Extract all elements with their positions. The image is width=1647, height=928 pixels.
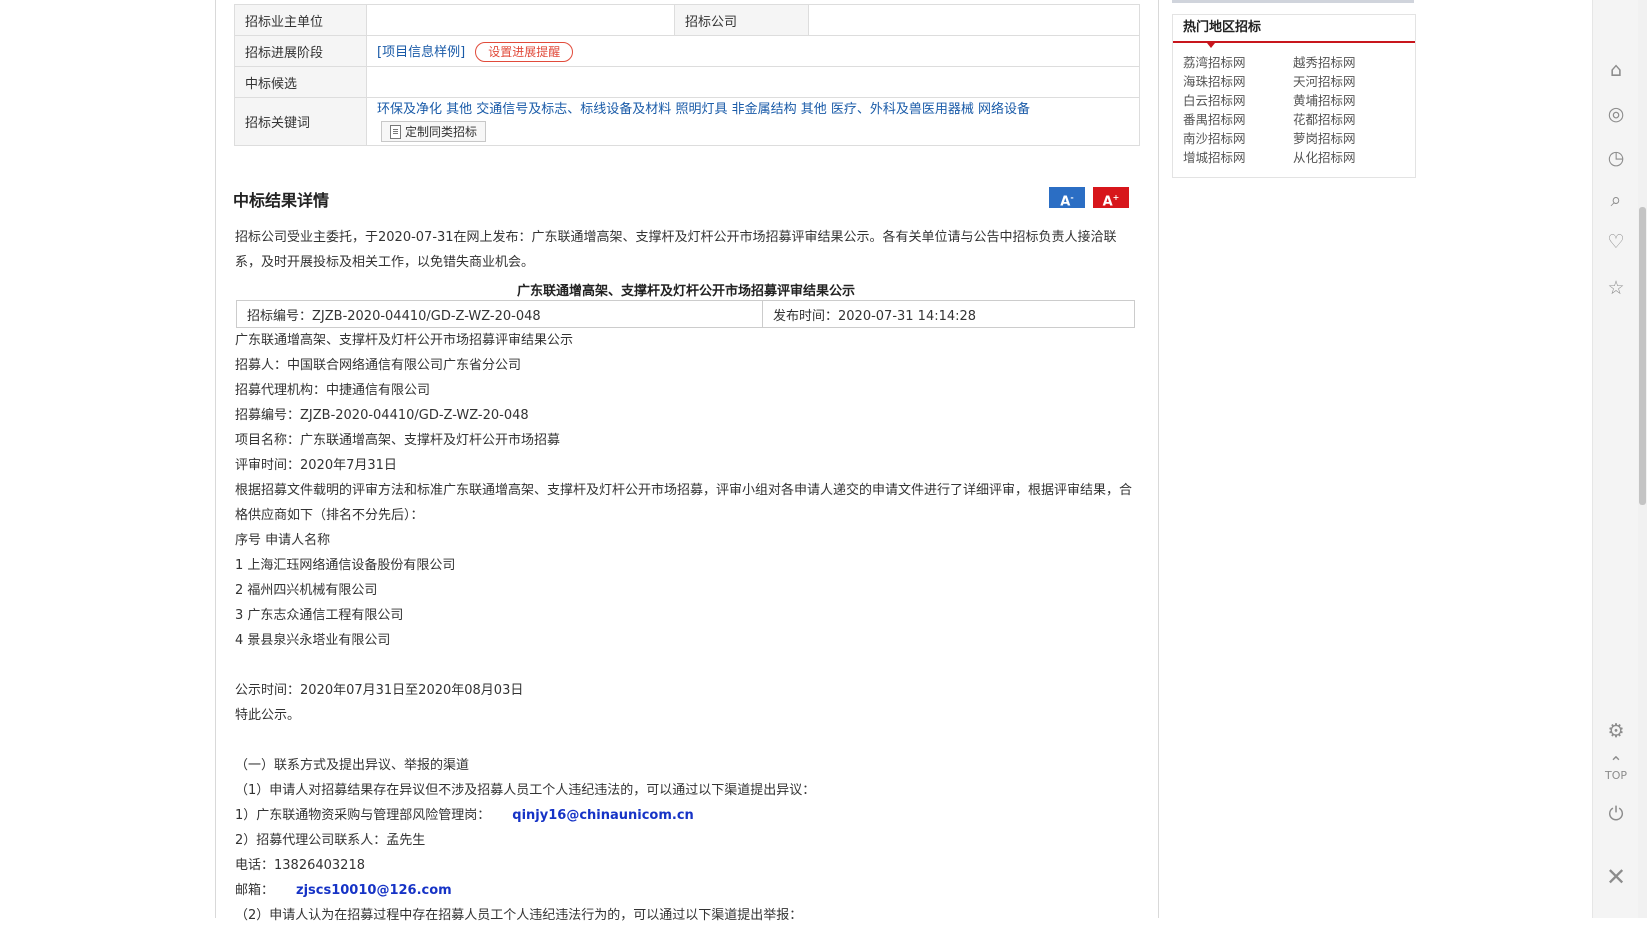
company-label: 招标公司 [674, 4, 809, 36]
supplier-item: 2 福州四兴机械有限公司 [235, 583, 378, 598]
body-line: 招募代理机构：中捷通信有限公司 [235, 383, 431, 398]
publicity-period: 公示时间：2020年07月31日至2020年08月03日 [235, 683, 524, 698]
star-icon[interactable]: ☆ [1593, 277, 1639, 299]
region-link[interactable]: 天河招标网 [1293, 72, 1403, 91]
hot-regions-title: 热门地区招标 [1173, 15, 1415, 48]
contact-line: 1）广东联通物资采购与管理部风险管理岗： qinjy16@chinaunicom.… [235, 803, 1137, 828]
region-link[interactable]: 白云招标网 [1183, 91, 1293, 110]
contact-line: 2）招募代理公司联系人：孟先生 [235, 833, 426, 848]
custom-similar-label: 定制同类招标 [405, 125, 478, 139]
contact-line: 邮箱： zjscs10010@126.com [235, 878, 1137, 903]
document-icon [390, 124, 401, 139]
supplier-item: 4 景县泉兴永塔业有限公司 [235, 633, 391, 648]
publish-time: 发布时间：2020-07-31 14:14:28 [762, 300, 1135, 328]
owner-value [366, 4, 675, 36]
hot-regions-list: 荔湾招标网 越秀招标网 海珠招标网 天河招标网 白云招标网 黄埔招标网 番禺招标… [1173, 43, 1415, 167]
region-link[interactable]: 从化招标网 [1293, 148, 1403, 167]
sidebar-banner-edge [1172, 0, 1414, 3]
candidate-value [366, 66, 1140, 98]
hereby-text: 特此公示。 [235, 708, 301, 723]
keyword-link[interactable]: 照明灯具 [675, 102, 727, 117]
contact-title: （一）联系方式及提出异议、举报的渠道 [235, 758, 470, 773]
body-line: 评审时间：2020年7月31日 [235, 458, 397, 473]
power-icon[interactable]: ⏻ [1593, 803, 1639, 825]
review-text: 根据招募文件载明的评审方法和标准广东联通增高架、支撑杆及灯杆公开市场招募，评审小… [235, 483, 1133, 523]
browser-side-toolbar: ⌂ ◎ ◷ ⌕ ♡ ☆ ⚙ ⌃ TOP ⏻ ✕ [1592, 0, 1639, 918]
stage-value: [项目信息样例] 设置进展提醒 [366, 35, 1140, 67]
heart-icon[interactable]: ♡ [1593, 231, 1639, 253]
section-title: 中标结果详情 [233, 191, 330, 210]
hot-regions-panel: 热门地区招标 荔湾招标网 越秀招标网 海珠招标网 天河招标网 白云招标网 黄埔招… [1172, 14, 1416, 178]
region-link[interactable]: 黄埔招标网 [1293, 91, 1403, 110]
font-decrease-button[interactable]: A- [1049, 187, 1085, 209]
region-link[interactable]: 越秀招标网 [1293, 53, 1403, 72]
candidate-label: 中标候选 [234, 66, 367, 98]
body-line: 招募编号：ZJZB-2020-04410/GD-Z-WZ-20-048 [235, 408, 529, 423]
region-link[interactable]: 海珠招标网 [1183, 72, 1293, 91]
contact-line: （2）申请人认为在招募过程中存在招募人员工个人违纪违法行为的，可以通过以下渠道提… [235, 908, 803, 923]
bid-number-table: 招标编号：ZJZB-2020-04410/GD-Z-WZ-20-048 发布时间… [236, 300, 1135, 328]
keyword-link[interactable]: 交通信号及标志、标线设备及材料 [476, 102, 671, 117]
project-info-table: 招标业主单位 招标公司 招标进展阶段 [项目信息样例] 设置进展提醒 中标候选 … [234, 4, 1140, 146]
bid-number: 招标编号：ZJZB-2020-04410/GD-Z-WZ-20-048 [236, 300, 763, 328]
history-icon[interactable]: ◷ [1593, 147, 1639, 169]
close-icon[interactable]: ✕ [1593, 865, 1639, 889]
custom-similar-button[interactable]: 定制同类招标 [381, 121, 487, 142]
home-icon[interactable]: ⌂ [1593, 59, 1639, 81]
list-header: 序号 申请人名称 [235, 533, 331, 548]
keyword-link[interactable]: 医疗、外科及兽医用器械 [831, 102, 974, 117]
intro-text: 招标公司受业主委托，于2020-07-31在网上发布：广东联通增高架、支撑杆及灯… [235, 230, 1117, 270]
phone-line: 电话：13826403218 [235, 858, 365, 873]
keywords-value: 环保及净化 其他 交通信号及标志、标线设备及材料 照明灯具 非金属结构 其他 医… [366, 97, 1140, 146]
title-marker-icon [1207, 43, 1215, 48]
keyword-link[interactable]: 环保及净化 其他 [377, 102, 472, 117]
region-link[interactable]: 花都招标网 [1293, 110, 1403, 129]
mail-label: 邮箱： [235, 883, 275, 898]
font-increase-button[interactable]: A+ [1093, 187, 1129, 209]
settings-icon[interactable]: ⚙ [1593, 720, 1639, 742]
body-line: 招募人：中国联合网络通信有限公司广东省分公司 [235, 358, 522, 373]
project-sample-link[interactable]: [项目信息样例] [377, 45, 465, 60]
keyword-link[interactable]: 非金属结构 其他 [732, 102, 827, 117]
region-link[interactable]: 荔湾招标网 [1183, 53, 1293, 72]
supplier-item: 1 上海汇珏网络通信设备股份有限公司 [235, 558, 456, 573]
owner-label: 招标业主单位 [234, 4, 367, 36]
body-line: 广东联通增高架、支撑杆及灯杆公开市场招募评审结果公示 [235, 333, 574, 348]
notice-title: 广东联通增高架、支撑杆及灯杆公开市场招募评审结果公示 [516, 284, 855, 299]
region-link[interactable]: 南沙招标网 [1183, 129, 1293, 148]
email-link[interactable]: qinjy16@chinaunicom.cn [512, 808, 694, 823]
set-remind-button[interactable]: 设置进展提醒 [475, 41, 574, 62]
scrollbar[interactable] [1638, 0, 1647, 918]
scrollbar-thumb[interactable] [1639, 207, 1646, 505]
notice-body: 广东联通增高架、支撑杆及灯杆公开市场招募评审结果公示 招募人：中国联合网络通信有… [235, 328, 1137, 928]
email-link[interactable]: zjscs10010@126.com [296, 883, 452, 898]
body-line: 项目名称：广东联通增高架、支撑杆及灯杆公开市场招募 [235, 433, 561, 448]
supplier-item: 3 广东志众通信工程有限公司 [235, 608, 404, 623]
contact-line: （1）申请人对招募结果存在异议但不涉及招募人员工个人违纪违法的，可以通过以下渠道… [235, 783, 816, 798]
search-icon[interactable]: ⌕ [1593, 189, 1639, 211]
stage-label: 招标进展阶段 [234, 35, 367, 67]
region-link[interactable]: 番禺招标网 [1183, 110, 1293, 129]
back-to-top-button[interactable]: ⌃ TOP [1593, 755, 1639, 782]
region-link[interactable]: 增城招标网 [1183, 148, 1293, 167]
region-link[interactable]: 萝岗招标网 [1293, 129, 1403, 148]
risk-post-label: 1）广东联通物资采购与管理部风险管理岗： [235, 808, 491, 823]
company-value [808, 4, 1140, 36]
keyword-link[interactable]: 网络设备 [978, 102, 1030, 117]
keywords-label: 招标关键词 [234, 97, 367, 146]
shop-icon[interactable]: ◎ [1593, 103, 1639, 125]
top-label: TOP [1604, 769, 1627, 782]
